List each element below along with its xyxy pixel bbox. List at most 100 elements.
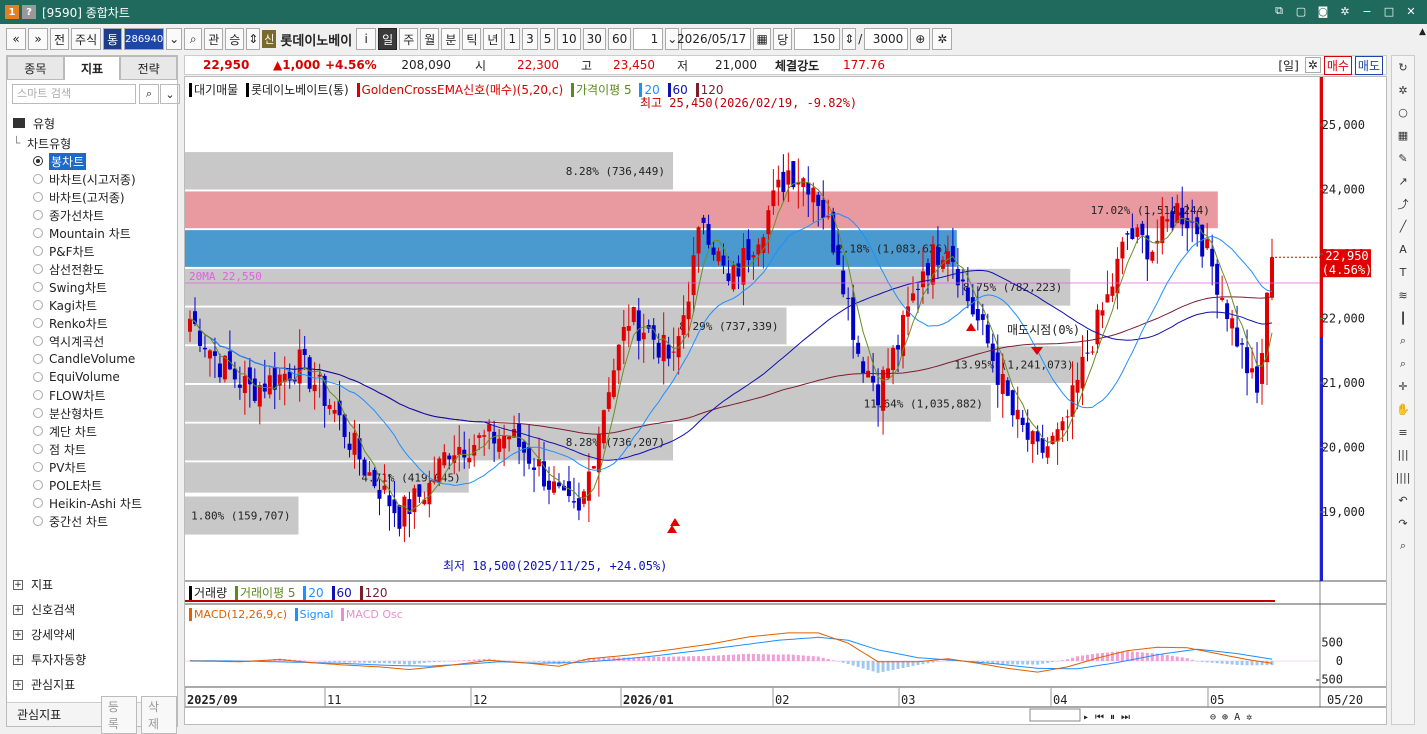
indicator-group[interactable]: + 지표 xyxy=(13,572,173,597)
chart-area[interactable]: 8.28% (736,449) 17.02% (1,514,244) 12.18% … xyxy=(184,76,1387,725)
toolbar-settings-icon[interactable]: ✲ xyxy=(932,28,953,50)
expand-icon[interactable]: + xyxy=(13,679,23,690)
period-month-button[interactable]: 월 xyxy=(420,28,440,50)
zoom-icon[interactable]: ⊕ xyxy=(910,28,931,50)
seung-button[interactable]: 승 xyxy=(225,28,245,50)
count-60-button[interactable]: 60 xyxy=(607,28,632,50)
crosshair-icon[interactable]: ✛ xyxy=(1392,375,1414,398)
radio-icon[interactable] xyxy=(33,210,43,220)
count-30-button[interactable]: 30 xyxy=(582,28,606,50)
radio-icon[interactable] xyxy=(33,354,43,364)
count-5-button[interactable]: 5 xyxy=(539,28,556,50)
count-1-button[interactable]: 1 xyxy=(504,28,521,50)
dang-button[interactable]: 당 xyxy=(773,28,793,50)
chart-type-item[interactable]: P&F차트 xyxy=(13,242,175,260)
auto-icon[interactable]: A xyxy=(1392,238,1414,261)
date-input[interactable]: 2026/05/17 xyxy=(677,28,752,50)
zoom-icon[interactable]: ⌕ xyxy=(1392,330,1414,353)
chart-type-item[interactable]: 점 차트 xyxy=(13,440,175,458)
refresh-icon[interactable]: ↻ xyxy=(1392,56,1414,79)
expand-icon[interactable]: + xyxy=(13,629,23,640)
radio-icon[interactable] xyxy=(33,228,43,238)
gann-icon[interactable]: |||| xyxy=(1392,466,1414,489)
stock-code-input[interactable]: 286940 xyxy=(124,28,165,50)
chart-type-item[interactable]: 종가선차트 xyxy=(13,206,175,224)
chart-type-group[interactable]: └ 차트유형 xyxy=(13,134,175,152)
period-minute-button[interactable]: 분 xyxy=(441,28,461,50)
chart-type-item[interactable]: 봉차트 xyxy=(13,152,175,170)
chart-type-item[interactable]: FLOW차트 xyxy=(13,386,175,404)
search-icon[interactable]: ⌕ xyxy=(184,28,203,50)
redo-icon[interactable]: ↷ xyxy=(1392,512,1414,535)
magnifier-icon[interactable]: ⌕ xyxy=(1392,352,1414,375)
period-tick-button[interactable]: 틱 xyxy=(462,28,482,50)
radio-icon[interactable] xyxy=(33,426,43,436)
radio-icon[interactable] xyxy=(33,336,43,346)
code-dropdown-icon[interactable]: ⌄ xyxy=(166,28,183,50)
pattern-icon[interactable]: ≋ xyxy=(1392,284,1414,307)
info-button[interactable]: i xyxy=(356,28,377,50)
indicator-group[interactable]: + 강세약세 xyxy=(13,622,173,647)
count-10-button[interactable]: 10 xyxy=(557,28,581,50)
radio-icon[interactable] xyxy=(33,498,43,508)
settings-icon[interactable]: ✲ xyxy=(1337,3,1353,19)
chart-type-item[interactable]: CandleVolume xyxy=(13,350,175,368)
chart-type-item[interactable]: Renko차트 xyxy=(13,314,175,332)
settings-icon[interactable]: ✲ xyxy=(1392,79,1414,102)
display-count-input[interactable]: 150 xyxy=(794,28,841,50)
chart-type-item[interactable]: Mountain 차트 xyxy=(13,224,175,242)
vertical-scrollbar[interactable]: ▲ xyxy=(1418,27,1427,727)
minimize-icon[interactable]: − xyxy=(1359,3,1375,19)
period-year-button[interactable]: 년 xyxy=(483,28,503,50)
tab-strategy[interactable]: 전략 xyxy=(120,56,178,80)
period-day-button[interactable]: 일 xyxy=(378,28,398,50)
radio-icon[interactable] xyxy=(33,462,43,472)
prev-stock-button[interactable]: « xyxy=(6,28,26,50)
chart-canvas[interactable]: 8.28% (736,449)17.02% (1,514,244)12.18% … xyxy=(185,77,1386,724)
total-count-input[interactable]: 3000 xyxy=(864,28,909,50)
indicator-group[interactable]: + 투자자동향 xyxy=(13,647,173,672)
radio-icon[interactable] xyxy=(33,444,43,454)
tab-stock[interactable]: 종목 xyxy=(7,56,64,80)
ray-icon[interactable]: ⤴ xyxy=(1392,193,1414,216)
radio-icon[interactable] xyxy=(33,246,43,256)
radio-icon[interactable] xyxy=(33,372,43,382)
circle-icon[interactable]: ○ xyxy=(1392,102,1414,125)
radio-icon[interactable] xyxy=(33,300,43,310)
chart-type-item[interactable]: Kagi차트 xyxy=(13,296,175,314)
collapse-icon[interactable]: ⌄ xyxy=(160,84,180,104)
calendar-icon[interactable]: ▦ xyxy=(753,28,772,50)
indicator-group[interactable]: + 신호검색 xyxy=(13,597,173,622)
search-icon[interactable]: ⌕ xyxy=(139,84,159,104)
copy-icon[interactable]: ▢ xyxy=(1293,3,1309,19)
next-stock-button[interactable]: » xyxy=(28,28,48,50)
undo-icon[interactable]: ↶ xyxy=(1392,489,1414,512)
radio-icon[interactable] xyxy=(33,318,43,328)
text-icon[interactable]: T xyxy=(1392,261,1414,284)
chart-type-item[interactable]: Heikin-Ashi 차트 xyxy=(13,494,175,512)
front-button[interactable]: 전 xyxy=(50,28,70,50)
radio-icon[interactable] xyxy=(33,390,43,400)
stock-type-button[interactable]: 주식 xyxy=(71,28,102,50)
sell-button[interactable]: 매도 xyxy=(1354,55,1383,75)
gwan-button[interactable]: 관 xyxy=(204,28,224,50)
indicator-group[interactable]: + 관심지표 xyxy=(13,672,173,697)
chart-type-item[interactable]: 역시계곡선 xyxy=(13,332,175,350)
count-input[interactable]: 1 xyxy=(633,28,664,50)
chart-type-item[interactable]: 바차트(고저종) xyxy=(13,188,175,206)
fav-delete-button[interactable]: 삭제 xyxy=(140,695,177,734)
radio-icon[interactable] xyxy=(33,408,43,418)
radio-icon[interactable] xyxy=(33,480,43,490)
bars-icon[interactable]: ||| xyxy=(1392,444,1414,467)
period-week-button[interactable]: 주 xyxy=(399,28,419,50)
scroll-up-icon[interactable]: ▲ xyxy=(1418,27,1427,37)
chart-type-item[interactable]: 계단 차트 xyxy=(13,422,175,440)
candle-icon[interactable]: ┃ xyxy=(1392,307,1414,330)
spin-icon[interactable]: ⇕ xyxy=(246,28,261,50)
link-icon[interactable]: ⧉ xyxy=(1271,3,1287,19)
radio-icon[interactable] xyxy=(33,282,43,292)
chart-settings-icon[interactable]: ✲ xyxy=(1304,57,1321,73)
type-group[interactable]: 유형 xyxy=(13,112,175,134)
expand-icon[interactable]: + xyxy=(13,654,23,665)
grid-icon[interactable]: ▦ xyxy=(1392,124,1414,147)
